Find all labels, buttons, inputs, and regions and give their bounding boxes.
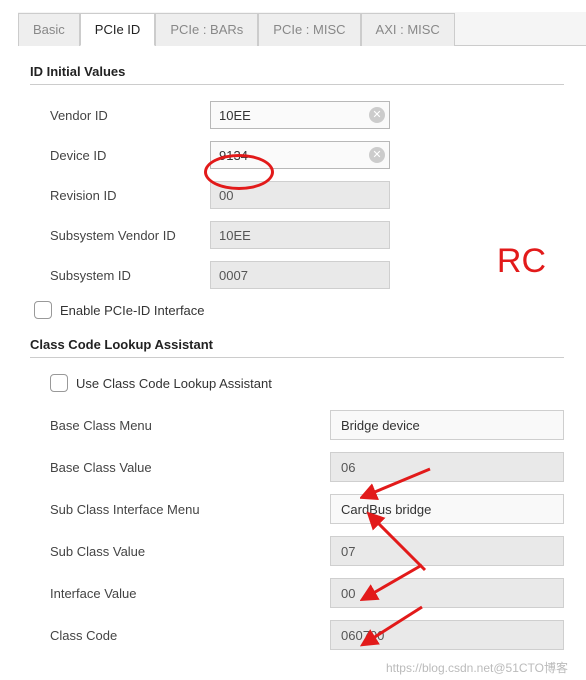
clear-icon[interactable]: ✕ (369, 147, 385, 163)
checkbox-enable-pcieid[interactable]: Enable PCIe-ID Interface (34, 301, 564, 319)
label-class-code: Class Code (50, 628, 330, 643)
input-subsystem-id: 0007 (210, 261, 390, 289)
field-class-code: 060700 (330, 620, 564, 650)
tab-basic[interactable]: Basic (18, 13, 80, 46)
section-id-initial-values: ID Initial Values (30, 64, 564, 85)
label-revision-id: Revision ID (50, 188, 210, 203)
checkbox-enable-pcieid-label: Enable PCIe-ID Interface (60, 303, 205, 318)
clear-icon[interactable]: ✕ (369, 107, 385, 123)
tab-pcie-bars[interactable]: PCIe : BARs (155, 13, 258, 46)
tab-pcie-misc[interactable]: PCIe : MISC (258, 13, 360, 46)
label-device-id: Device ID (50, 148, 210, 163)
checkbox-box-icon (34, 301, 52, 319)
input-vendor-id[interactable] (210, 101, 390, 129)
label-base-class-menu: Base Class Menu (50, 418, 330, 433)
select-sub-class-menu[interactable]: CardBus bridge (330, 494, 564, 524)
label-base-class-value: Base Class Value (50, 460, 330, 475)
input-device-id[interactable] (210, 141, 390, 169)
section-class-code-lookup: Class Code Lookup Assistant (30, 337, 564, 358)
label-subsystem-vendor-id: Subsystem Vendor ID (50, 228, 210, 243)
label-vendor-id: Vendor ID (50, 108, 210, 123)
label-sub-class-value: Sub Class Value (50, 544, 330, 559)
label-subsystem-id: Subsystem ID (50, 268, 210, 283)
tab-axi-misc[interactable]: AXI : MISC (361, 13, 455, 46)
checkbox-use-class-lookup[interactable]: Use Class Code Lookup Assistant (50, 374, 564, 392)
label-sub-class-menu: Sub Class Interface Menu (50, 502, 330, 517)
input-subsystem-vendor-id: 10EE (210, 221, 390, 249)
field-sub-class-value: 07 (330, 536, 564, 566)
checkbox-box-icon (50, 374, 68, 392)
field-base-class-value: 06 (330, 452, 564, 482)
tab-pcie-id[interactable]: PCIe ID (80, 13, 156, 46)
checkbox-use-class-lookup-label: Use Class Code Lookup Assistant (76, 376, 272, 391)
field-interface-value: 00 (330, 578, 564, 608)
label-interface-value: Interface Value (50, 586, 330, 601)
select-base-class-menu[interactable]: Bridge device (330, 410, 564, 440)
tab-bar: Basic PCIe ID PCIe : BARs PCIe : MISC AX… (18, 12, 586, 46)
input-revision-id: 00 (210, 181, 390, 209)
